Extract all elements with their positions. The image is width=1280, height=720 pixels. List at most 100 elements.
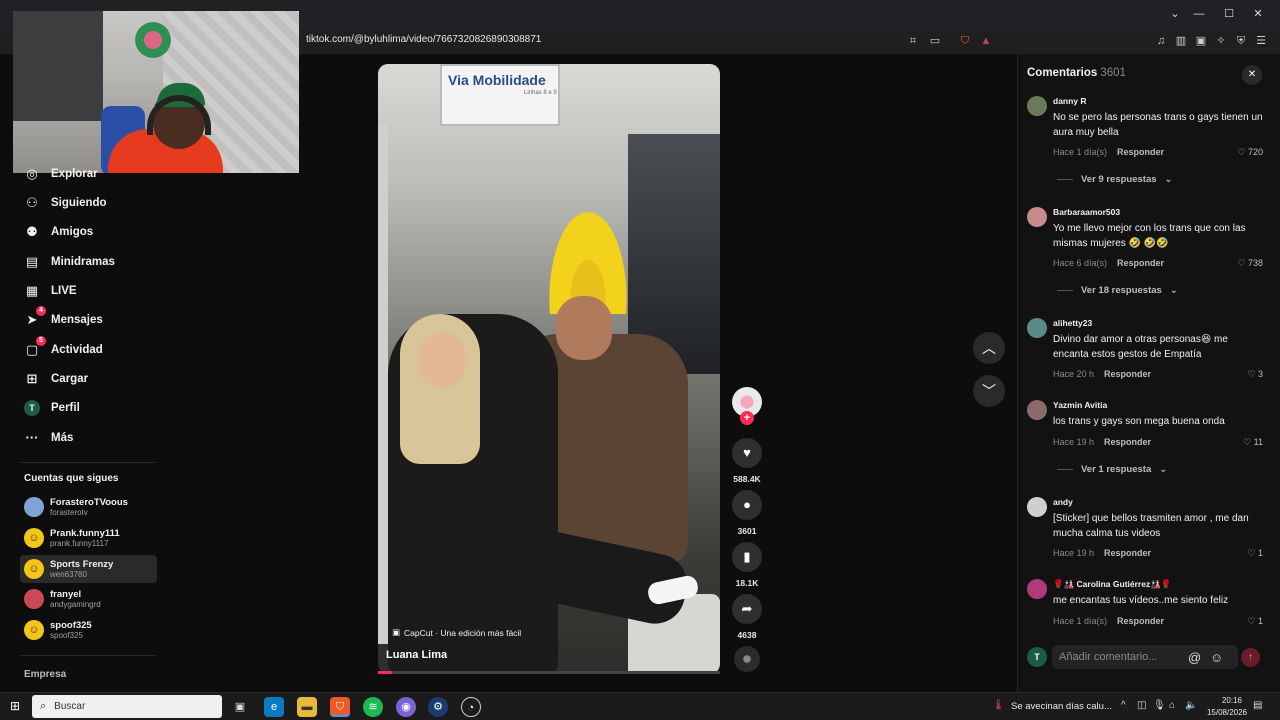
sidebar-item-more[interactable]: ··· Más [24,427,74,449]
comment-username[interactable]: Barbaraamor503 [1053,207,1120,217]
comment-button[interactable]: ● [732,490,762,520]
save-button[interactable]: ▮ [732,542,762,572]
spotify-icon[interactable]: ≋ [363,697,383,717]
sidebar-item-activity[interactable]: ▢ 5 Actividad [24,336,103,361]
windows-start-icon[interactable]: ⊞ [8,699,22,713]
video-author[interactable]: Luana Lima [386,649,447,661]
comment-like-button[interactable]: ♡ 738 [1237,258,1263,269]
search-icon: ⌕ [40,700,47,712]
comment-username[interactable]: 🌹🎎 Carolina Gutiérrez🎎🌹 [1053,579,1171,590]
reply-button[interactable]: Responder [1104,548,1151,558]
following-account[interactable]: ForasteroTVoous forasterotv [20,493,157,521]
comment-username[interactable]: danny R [1053,96,1087,106]
comment-like-count: 1 [1257,616,1263,626]
comment-like-count: 3 [1257,369,1263,379]
close-window-icon[interactable]: ✕ [1250,6,1266,22]
comment-like-button[interactable]: ♡ 1 [1247,616,1263,627]
rewards-icon[interactable]: ▲ [978,33,994,49]
network-icon[interactable]: ⌂ [1169,700,1175,711]
avatar[interactable] [1027,579,1047,599]
translate-icon[interactable]: ⌗ [905,33,921,49]
close-comments-button[interactable]: ✕ [1242,65,1262,85]
follow-plus-icon[interactable]: + [740,411,754,425]
avatar[interactable] [1027,497,1047,517]
minimize-icon[interactable]: — [1191,6,1207,22]
tray-chevron-icon[interactable]: ^ [1121,700,1126,711]
clock-time[interactable]: 20:16 [1212,696,1252,705]
emoji-icon[interactable]: ☺ [1210,650,1223,665]
file-explorer-icon[interactable]: ▬ [297,697,317,717]
tray-app-icon[interactable]: ◫ [1137,700,1146,711]
menu-icon[interactable]: ☰ [1253,33,1269,49]
weather-text[interactable]: Se avecinan días calu... [1011,701,1112,712]
sidebar-icon[interactable]: ▥ [1173,33,1189,49]
task-view-icon[interactable]: ▣ [230,697,250,717]
reply-button[interactable]: Responder [1117,258,1164,268]
share-button[interactable]: ➦ [732,594,762,624]
comment-username[interactable]: Yazmin Avitia [1053,400,1107,410]
like-button[interactable]: ♥ [732,438,762,468]
comment-like-button[interactable]: ♡ 11 [1243,437,1263,448]
microphone-icon[interactable]: 🎙 [1153,700,1166,711]
brave-shield-icon[interactable]: ⛉ [957,33,973,49]
comment-like-button[interactable]: ♡ 3 [1247,369,1263,380]
comment-meta: Hace 19 h Responder [1053,437,1151,447]
sidebar-item-live[interactable]: ▦ LIVE [24,280,77,302]
volume-icon[interactable]: 🔈 [1185,700,1197,711]
capcut-label[interactable]: ▣ CapCut · Una edición más fácil [392,627,521,638]
send-comment-button[interactable]: ↑ [1241,648,1260,667]
sidebar-item-minidramas[interactable]: ▤ Minidramas [24,251,115,273]
view-replies-button[interactable]: Ver 9 respuestas ⌄ [1057,174,1173,185]
reply-button[interactable]: Responder [1117,147,1164,157]
previous-video-button[interactable]: ︿ [973,332,1005,364]
reply-button[interactable]: Responder [1117,616,1164,626]
next-video-button[interactable]: ﹀ [973,375,1005,407]
video-progress-bar[interactable] [378,671,720,674]
view-replies-button[interactable]: Ver 1 respuesta ⌄ [1057,464,1167,475]
obs-icon[interactable]: ◉ [396,697,416,717]
sidebar-item-explore[interactable]: ◎ Explorar [24,163,97,185]
following-account[interactable]: ☺ Sports Frenzy wen63780 [20,555,157,583]
view-replies-button[interactable]: Ver 18 respuestas ⌄ [1057,285,1178,296]
taskbar-search[interactable]: ⌕ Buscar [32,695,222,718]
comment-username[interactable]: alihetty23 [1053,318,1092,328]
clock-date[interactable]: 15/08/2026 [1202,708,1252,717]
video-player[interactable]: Via Mobilidade Linhas 8 e 9 [378,64,720,674]
sidebar-item-profile[interactable]: T Perfil [24,397,80,419]
comment-like-button[interactable]: ♡ 720 [1237,147,1263,158]
avatar[interactable] [1027,400,1047,420]
sidebar-item-following[interactable]: ⚇ Siguiendo [24,192,106,214]
reply-button[interactable]: Responder [1104,369,1151,379]
following-account[interactable]: ☺ spoof325 spoof325 [20,616,157,644]
comment-username[interactable]: andy [1053,497,1073,507]
following-account[interactable]: franyel andygamingrd [20,585,157,613]
wallet-icon[interactable]: ▣ [1193,33,1209,49]
leo-icon[interactable]: ✧ [1213,33,1229,49]
sidebar-item-friends[interactable]: ⚉ Amigos [24,221,93,243]
sidebar-item-upload[interactable]: ⊞ Cargar [24,368,89,390]
weather-icon[interactable]: 🌡 [992,700,1005,711]
cast-icon[interactable]: ▭ [927,33,943,49]
tab-list-icon[interactable]: ⌄ [1167,6,1183,22]
url-text[interactable]: tiktok.com/@byluhlima/video/766732082689… [306,34,541,45]
brave-icon[interactable]: ⛉ [330,697,350,717]
sidebar-item-messages[interactable]: ➤ 4 Mensajes [24,306,103,331]
notification-icon[interactable]: ▤ [1253,700,1262,711]
footer-link-empresa[interactable]: Empresa [24,669,66,680]
following-account[interactable]: ☺ Prank.funny111 prank.funny1117 [20,524,157,552]
comment-text: Yo me llevo mejor con los trans que con … [1053,223,1246,249]
maximize-icon[interactable]: ☐ [1221,6,1237,22]
vpn-icon[interactable]: ⛨ [1233,33,1249,49]
media-icon[interactable]: ♫ [1153,33,1169,49]
comment-like-count: 1 [1257,548,1263,558]
steam-icon[interactable]: ⚙ [428,697,448,717]
comment-like-button[interactable]: ♡ 1 [1247,548,1263,559]
avatar[interactable] [1027,318,1047,338]
avatar[interactable] [1027,96,1047,116]
music-disc-icon[interactable] [734,646,760,672]
avatar[interactable] [1027,207,1047,227]
mention-icon[interactable]: @ [1188,650,1201,665]
app-icon[interactable]: ◔ [461,697,481,717]
edge-icon[interactable]: e [264,697,284,717]
reply-button[interactable]: Responder [1104,437,1151,447]
